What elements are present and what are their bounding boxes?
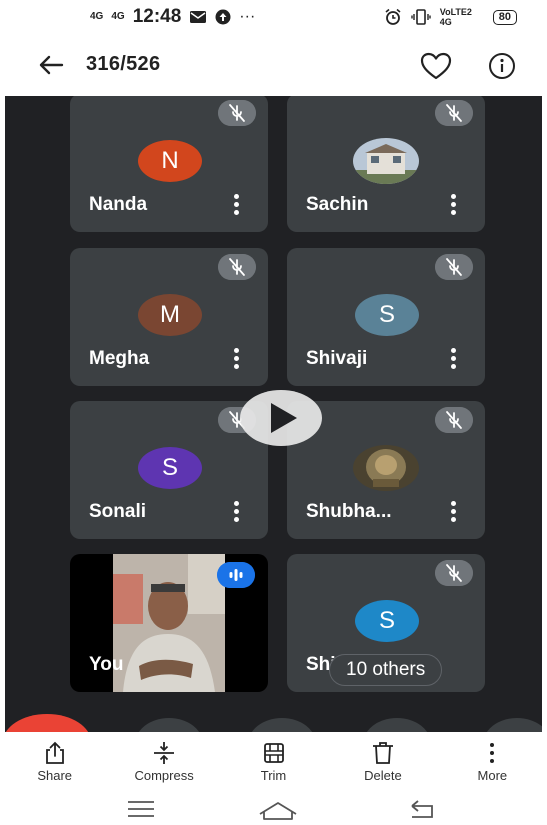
trim-button[interactable]: Trim bbox=[219, 732, 328, 788]
more-options-icon[interactable] bbox=[451, 194, 457, 216]
more-options-icon[interactable] bbox=[451, 348, 457, 370]
delete-icon bbox=[372, 742, 393, 764]
app-bar: 316/526 bbox=[0, 40, 547, 92]
share-icon bbox=[45, 741, 64, 764]
avatar: S bbox=[355, 600, 419, 642]
participant-tile-sonali: S Sonali bbox=[70, 401, 268, 539]
more-button[interactable]: More bbox=[438, 732, 547, 788]
more-label: More bbox=[477, 768, 508, 783]
more-notifications-icon: ··· bbox=[239, 8, 256, 25]
signal-1-icon: 4G bbox=[90, 11, 104, 22]
participant-name: Sonali bbox=[89, 501, 147, 522]
mic-off-icon bbox=[435, 560, 473, 586]
more-options-icon[interactable] bbox=[451, 501, 457, 523]
trim-label: Trim bbox=[260, 768, 287, 783]
mic-off-icon bbox=[435, 100, 473, 126]
call-control-button[interactable] bbox=[363, 718, 431, 732]
home-icon[interactable] bbox=[259, 802, 297, 820]
status-left: 4G 4G 12:48 ··· bbox=[90, 6, 255, 28]
participant-name: Sachin bbox=[306, 194, 369, 215]
heart-icon[interactable] bbox=[420, 51, 452, 81]
network-type: VoLTE2 4G bbox=[439, 7, 472, 27]
upload-icon bbox=[215, 9, 231, 25]
screen: 4G 4G 12:48 ··· VoLTE2 4G 80 316/526 N N… bbox=[0, 0, 547, 825]
share-button[interactable]: Share bbox=[0, 732, 109, 788]
participant-tile-nanda: N Nanda bbox=[70, 96, 268, 232]
delete-button[interactable]: Delete bbox=[328, 732, 437, 788]
more-options-icon[interactable] bbox=[234, 501, 240, 523]
participant-name: Megha bbox=[89, 348, 150, 369]
call-control-button[interactable] bbox=[483, 718, 542, 732]
call-control-button[interactable] bbox=[248, 718, 316, 732]
video-frame[interactable]: N Nanda Sachin M Megha S Shivaji S Sonal… bbox=[5, 96, 542, 732]
battery-icon: 80 bbox=[492, 9, 517, 25]
end-call-button[interactable] bbox=[5, 714, 91, 732]
avatar: M bbox=[138, 294, 202, 336]
vibrate-icon bbox=[411, 9, 431, 25]
more-options-icon[interactable] bbox=[234, 194, 240, 216]
mic-off-icon bbox=[435, 407, 473, 433]
avatar-photo-house bbox=[353, 138, 419, 184]
avatar: S bbox=[355, 294, 419, 336]
trim-icon bbox=[263, 743, 284, 763]
image-counter: 316/526 bbox=[86, 53, 161, 75]
clock: 12:48 bbox=[132, 6, 182, 27]
participant-name: Nanda bbox=[89, 194, 148, 215]
signal-2-icon: 4G bbox=[111, 11, 125, 22]
mic-off-icon bbox=[435, 254, 473, 280]
mail-icon bbox=[190, 11, 207, 23]
others-badge[interactable]: 10 others bbox=[329, 654, 443, 686]
info-icon[interactable] bbox=[488, 52, 516, 80]
back-arrow-icon[interactable] bbox=[36, 50, 66, 80]
participant-tile-shivaji: S Shivaji bbox=[287, 248, 485, 386]
editor-toolbar: Share Compress Trim Delete More bbox=[0, 732, 547, 788]
alarm-icon bbox=[385, 8, 401, 25]
self-camera-feed bbox=[113, 554, 225, 692]
system-nav-bar bbox=[128, 800, 433, 820]
delete-label: Delete bbox=[364, 768, 402, 783]
status-bar: 4G 4G 12:48 ··· VoLTE2 4G 80 bbox=[0, 0, 547, 34]
more-vertical-icon bbox=[490, 743, 495, 763]
participant-name: Shubha... bbox=[306, 501, 392, 522]
compress-icon bbox=[154, 742, 175, 764]
mic-off-icon bbox=[218, 254, 256, 280]
play-icon[interactable] bbox=[240, 390, 322, 446]
avatar-photo-deity bbox=[353, 445, 419, 491]
participant-tile-megha: M Megha bbox=[70, 248, 268, 386]
call-control-button[interactable] bbox=[135, 718, 203, 732]
avatar: N bbox=[138, 140, 202, 182]
self-tile: You bbox=[70, 554, 268, 692]
status-right: VoLTE2 4G 80 bbox=[384, 7, 517, 27]
avatar: S bbox=[138, 447, 202, 489]
speaking-indicator-icon bbox=[217, 562, 255, 588]
call-controls-strip bbox=[5, 714, 542, 732]
participant-tile-sachin: Sachin bbox=[287, 96, 485, 232]
back-icon[interactable] bbox=[411, 800, 433, 818]
recent-apps-icon[interactable] bbox=[128, 801, 154, 817]
mic-off-icon bbox=[218, 100, 256, 126]
compress-label: Compress bbox=[134, 768, 194, 783]
share-label: Share bbox=[37, 768, 73, 783]
participant-name: Shivaji bbox=[306, 348, 368, 369]
participant-name-self: You bbox=[89, 654, 124, 675]
compress-button[interactable]: Compress bbox=[109, 732, 218, 788]
more-options-icon[interactable] bbox=[234, 348, 240, 370]
